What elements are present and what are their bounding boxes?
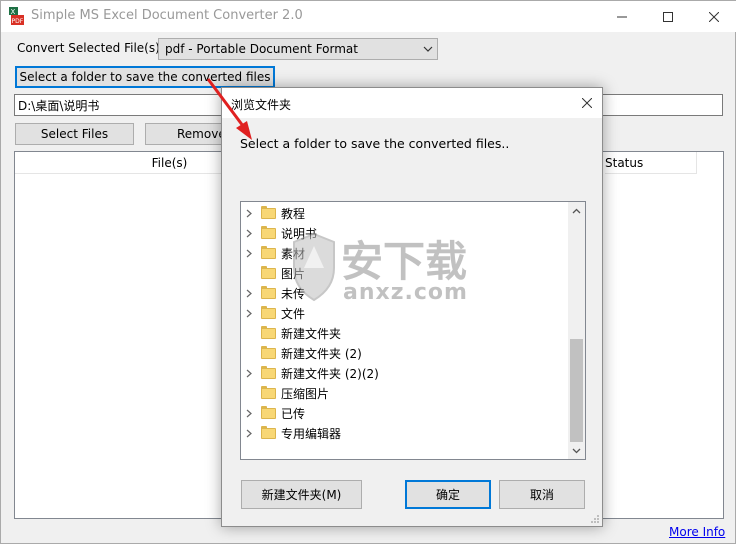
annotation-arrow [206,78,252,140]
